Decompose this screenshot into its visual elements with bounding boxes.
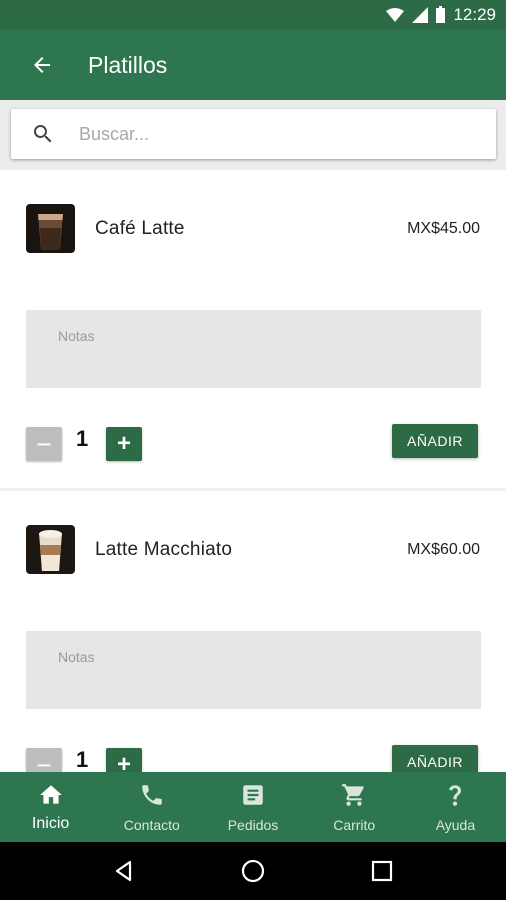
- nav-item-carrito[interactable]: Carrito: [304, 772, 405, 842]
- minus-icon: −: [36, 429, 52, 459]
- add-button[interactable]: AÑADIR: [392, 424, 478, 458]
- back-button[interactable]: [22, 45, 62, 85]
- status-bar: 12:29: [0, 0, 506, 30]
- nav-label: Contacto: [123, 817, 180, 833]
- app-bar: Platillos: [0, 30, 506, 100]
- notes-field[interactable]: [26, 310, 481, 388]
- system-navigation-bar: [0, 842, 506, 900]
- notes-field[interactable]: [26, 631, 481, 709]
- plus-icon: +: [116, 430, 131, 457]
- receipt-icon: [240, 782, 266, 808]
- bottom-navigation: Inicio Contacto Pedidos Carrito Ayuda: [0, 772, 506, 842]
- cart-icon: [341, 782, 367, 808]
- page-title: Platillos: [88, 51, 168, 78]
- quantity-value: 1: [76, 747, 89, 772]
- search-input[interactable]: [79, 123, 459, 145]
- plus-icon: +: [116, 751, 131, 773]
- system-recents-button[interactable]: [362, 851, 402, 891]
- nav-item-inicio[interactable]: Inicio: [0, 772, 101, 842]
- increase-quantity-button[interactable]: +: [106, 748, 142, 772]
- nav-label: Pedidos: [227, 817, 279, 833]
- product-list[interactable]: Café Latte MX$45.00 − 1 + AÑADIR Latte M…: [0, 170, 506, 772]
- product-name: Café Latte: [95, 218, 185, 239]
- nav-label: Inicio: [31, 815, 70, 832]
- minus-icon: −: [36, 750, 52, 772]
- product-image: [26, 525, 75, 574]
- search-icon: [34, 125, 52, 143]
- circle-home-icon: [241, 859, 265, 883]
- system-home-button[interactable]: [233, 851, 273, 891]
- search-area: [0, 100, 506, 170]
- add-button[interactable]: AÑADIR: [392, 745, 478, 772]
- nav-item-contacto[interactable]: Contacto: [101, 772, 202, 842]
- square-recents-icon: [371, 860, 392, 882]
- battery-icon: [436, 5, 446, 23]
- system-back-button[interactable]: [104, 851, 144, 891]
- decrease-quantity-button[interactable]: −: [26, 748, 62, 772]
- phone-icon: [139, 782, 165, 808]
- product-price: MX$45.00: [407, 220, 480, 237]
- home-icon: [38, 782, 64, 808]
- nav-item-ayuda[interactable]: Ayuda: [405, 772, 506, 842]
- decrease-quantity-button[interactable]: −: [26, 427, 62, 461]
- help-icon: [442, 782, 468, 808]
- arrow-back-icon: [34, 57, 50, 73]
- product-image: [26, 204, 75, 253]
- nav-item-pedidos[interactable]: Pedidos: [202, 772, 303, 842]
- status-time: 12:29: [453, 5, 496, 24]
- product-card: Latte Macchiato MX$60.00 − 1 + AÑADIR: [0, 491, 506, 772]
- status-icons: 12:29: [386, 5, 496, 25]
- wifi-icon: [386, 7, 405, 22]
- product-price: MX$60.00: [407, 541, 480, 558]
- signal-icon: [412, 7, 429, 23]
- triangle-back-icon: [116, 860, 132, 882]
- quantity-value: 1: [76, 426, 89, 451]
- search-box[interactable]: [11, 109, 496, 159]
- nav-label: Carrito: [333, 817, 376, 833]
- product-card: Café Latte MX$45.00 − 1 + AÑADIR: [0, 170, 506, 488]
- nav-label: Ayuda: [435, 817, 476, 833]
- increase-quantity-button[interactable]: +: [106, 427, 142, 461]
- product-name: Latte Macchiato: [95, 539, 233, 560]
